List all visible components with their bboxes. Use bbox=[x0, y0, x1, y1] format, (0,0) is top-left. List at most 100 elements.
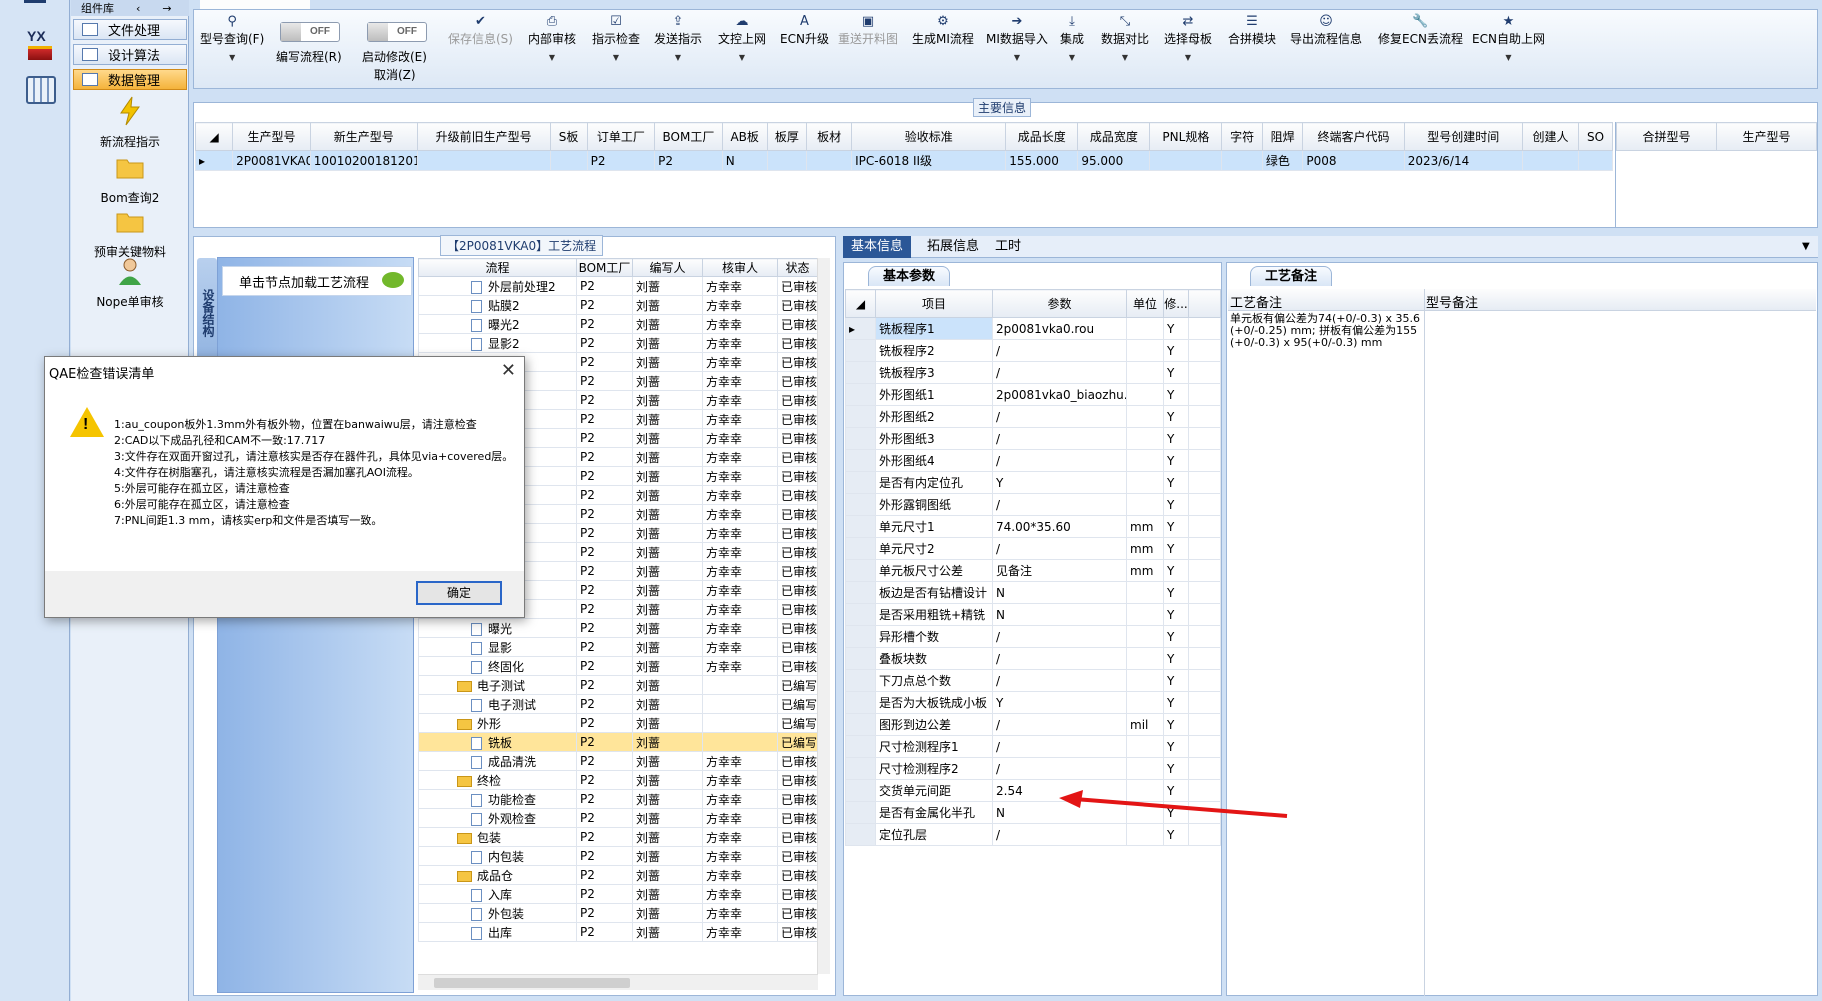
tree-cell-bom[interactable]: P2 bbox=[576, 542, 633, 562]
nav-button-data-management[interactable]: 数据管理 bbox=[73, 69, 187, 90]
tree-cell-bom[interactable]: P2 bbox=[576, 789, 633, 809]
tree-node-cell[interactable]: 入库 bbox=[418, 884, 577, 904]
tree-cell-status[interactable]: 已审核 bbox=[777, 390, 818, 410]
tree-cell-bom[interactable]: P2 bbox=[576, 884, 633, 904]
tree-cell-reviewer[interactable]: 方幸幸 bbox=[702, 656, 778, 676]
tree-cell-status[interactable]: 已审核 bbox=[777, 884, 818, 904]
tree-cell-status[interactable]: 已审核 bbox=[777, 371, 818, 391]
tree-cell-reviewer[interactable]: 方幸幸 bbox=[702, 846, 778, 866]
param-value[interactable]: / bbox=[992, 405, 1127, 428]
tree-col-header[interactable]: 状态 bbox=[777, 258, 818, 277]
tree-cell-status[interactable]: 已审核 bbox=[777, 656, 818, 676]
tree-row[interactable]: 外层前处理2 P2 刘蔷 方幸幸 已审核 bbox=[418, 276, 818, 296]
nav-button-design-algorithm[interactable]: 设计算法 bbox=[73, 44, 187, 65]
tree-cell-bom[interactable]: P2 bbox=[576, 808, 633, 828]
tree-node-cell[interactable]: 终固化 bbox=[418, 656, 577, 676]
param-row[interactable]: 是否有内定位孔 Y Y bbox=[845, 471, 1221, 494]
param-value[interactable]: / bbox=[992, 537, 1127, 560]
main-cell[interactable]: 155.000 bbox=[1005, 150, 1079, 171]
document-tab[interactable] bbox=[200, 0, 310, 9]
main-col-header[interactable]: BOM工厂 bbox=[654, 122, 723, 151]
ok-button[interactable]: 确定 bbox=[416, 581, 502, 605]
tree-cell-writer[interactable]: 刘蔷 bbox=[632, 751, 703, 771]
tree-row[interactable]: 电子测试 P2 刘蔷 已编写 bbox=[418, 675, 818, 695]
fix-ecn-button[interactable]: 🔧 修复ECN丢流程 bbox=[1378, 14, 1463, 47]
tree-cell-status[interactable]: 已编写 bbox=[777, 713, 818, 733]
param-row[interactable]: 是否为大板铣成小板 Y Y bbox=[845, 691, 1221, 714]
yx-logo-icon[interactable]: YX bbox=[22, 28, 58, 62]
param-row[interactable]: 单元尺寸2/mm Y bbox=[845, 537, 1221, 560]
resend-drawing-button[interactable]: ▣ 重送开料图 bbox=[838, 14, 898, 47]
tree-node-cell[interactable]: 外层前处理2 bbox=[418, 276, 577, 296]
tree-cell-bom[interactable]: P2 bbox=[576, 371, 633, 391]
main-col-header[interactable]: 验收标准 bbox=[851, 122, 1007, 151]
nav-app-pre-review[interactable]: 预审关键物料 bbox=[73, 206, 187, 260]
tree-cell-writer[interactable]: 刘蔷 bbox=[632, 276, 703, 296]
tree-row[interactable]: 外包装 P2 刘蔷 方幸幸 已审核 bbox=[418, 903, 818, 923]
param-value[interactable]: / bbox=[992, 339, 1127, 362]
main-col-header[interactable]: SO bbox=[1578, 122, 1613, 151]
main-col-header[interactable]: PNL规格 bbox=[1149, 122, 1223, 151]
param-value[interactable]: / bbox=[992, 823, 1127, 846]
main-cell[interactable] bbox=[1149, 150, 1223, 171]
main-cell[interactable]: P008 bbox=[1302, 150, 1405, 171]
tree-cell-reviewer[interactable]: 方幸幸 bbox=[702, 580, 778, 600]
tree-cell-writer[interactable]: 刘蔷 bbox=[632, 352, 703, 372]
device-structure-tab[interactable]: 设备结构 bbox=[197, 258, 217, 368]
tree-col-header[interactable]: 编写人 bbox=[632, 258, 703, 277]
tree-cell-status[interactable]: 已审核 bbox=[777, 352, 818, 372]
tree-cell-reviewer[interactable] bbox=[702, 675, 778, 695]
tree-cell-bom[interactable]: P2 bbox=[576, 504, 633, 524]
main-cell[interactable] bbox=[1521, 150, 1580, 171]
param-col-header[interactable]: 单位 bbox=[1126, 289, 1164, 318]
merge-module-button[interactable]: ☰ 合拼模块 bbox=[1228, 14, 1276, 47]
tree-cell-bom[interactable]: P2 bbox=[576, 827, 633, 847]
param-row[interactable]: 尺寸检测程序1/ Y bbox=[845, 735, 1221, 758]
tree-cell-status[interactable]: 已审核 bbox=[777, 922, 818, 942]
main-col-header[interactable]: 创建人 bbox=[1521, 122, 1580, 151]
merge-model-header[interactable]: 合拼型号 bbox=[1616, 122, 1717, 151]
tree-cell-reviewer[interactable] bbox=[702, 732, 778, 752]
main-cell[interactable] bbox=[806, 150, 853, 171]
tree-node-cell[interactable]: 显影 bbox=[418, 637, 577, 657]
tree-cell-reviewer[interactable]: 方幸幸 bbox=[702, 561, 778, 581]
tree-cell-writer[interactable]: 刘蔷 bbox=[632, 561, 703, 581]
tree-cell-status[interactable]: 已审核 bbox=[777, 485, 818, 505]
tree-cell-bom[interactable]: P2 bbox=[576, 580, 633, 600]
param-row[interactable]: 尺寸检测程序2/ Y bbox=[845, 757, 1221, 780]
tree-cell-status[interactable]: 已审核 bbox=[777, 751, 818, 771]
tree-cell-status[interactable]: 已审核 bbox=[777, 276, 818, 296]
tree-node-cell[interactable]: 出库 bbox=[418, 922, 577, 942]
tree-cell-reviewer[interactable]: 方幸幸 bbox=[702, 447, 778, 467]
main-col-header[interactable]: 订单工厂 bbox=[586, 122, 656, 151]
production-model-header[interactable]: 生产型号 bbox=[1716, 122, 1817, 151]
tree-cell-reviewer[interactable]: 方幸幸 bbox=[702, 884, 778, 904]
tree-node-cell[interactable]: 成品清洗 bbox=[418, 751, 577, 771]
send-instruction-button[interactable]: ⇪ 发送指示 ▼ bbox=[654, 14, 702, 62]
tree-cell-bom[interactable]: P2 bbox=[576, 656, 633, 676]
tree-row[interactable]: 显影2 P2 刘蔷 方幸幸 已审核 bbox=[418, 333, 818, 353]
tree-cell-status[interactable]: 已审核 bbox=[777, 561, 818, 581]
tree-cell-writer[interactable]: 刘蔷 bbox=[632, 542, 703, 562]
main-col-header[interactable]: S板 bbox=[549, 122, 588, 151]
tree-cell-reviewer[interactable]: 方幸幸 bbox=[702, 409, 778, 429]
nav-app-new-flow[interactable]: 新流程指示 bbox=[73, 96, 187, 150]
tree-cell-bom[interactable]: P2 bbox=[576, 618, 633, 638]
tree-cell-bom[interactable]: P2 bbox=[576, 314, 633, 334]
tree-node-cell[interactable]: 外形 bbox=[418, 713, 577, 733]
tree-cell-status[interactable]: 已审核 bbox=[777, 295, 818, 315]
tree-cell-writer[interactable]: 刘蔷 bbox=[632, 675, 703, 695]
tree-cell-writer[interactable]: 刘蔷 bbox=[632, 580, 703, 600]
main-cell[interactable]: P2 bbox=[654, 150, 723, 171]
tree-cell-status[interactable]: 已审核 bbox=[777, 903, 818, 923]
tree-cell-reviewer[interactable]: 方幸幸 bbox=[702, 903, 778, 923]
tree-row[interactable]: 显影 P2 刘蔷 方幸幸 已审核 bbox=[418, 637, 818, 657]
tree-cell-status[interactable]: 已审核 bbox=[777, 466, 818, 486]
param-row[interactable]: 外形图纸1 2p0081vka0_biaozhu... Y bbox=[845, 383, 1221, 406]
tree-cell-writer[interactable]: 刘蔷 bbox=[632, 694, 703, 714]
tree-cell-status[interactable]: 已审核 bbox=[777, 504, 818, 524]
model-query-button[interactable]: ⚲ 型号查询(F) ▼ bbox=[200, 14, 264, 62]
main-cell[interactable]: IPC-6018 II级 bbox=[851, 150, 1007, 171]
tree-row[interactable]: 成品清洗 P2 刘蔷 方幸幸 已审核 bbox=[418, 751, 818, 771]
tree-cell-reviewer[interactable]: 方幸幸 bbox=[702, 428, 778, 448]
